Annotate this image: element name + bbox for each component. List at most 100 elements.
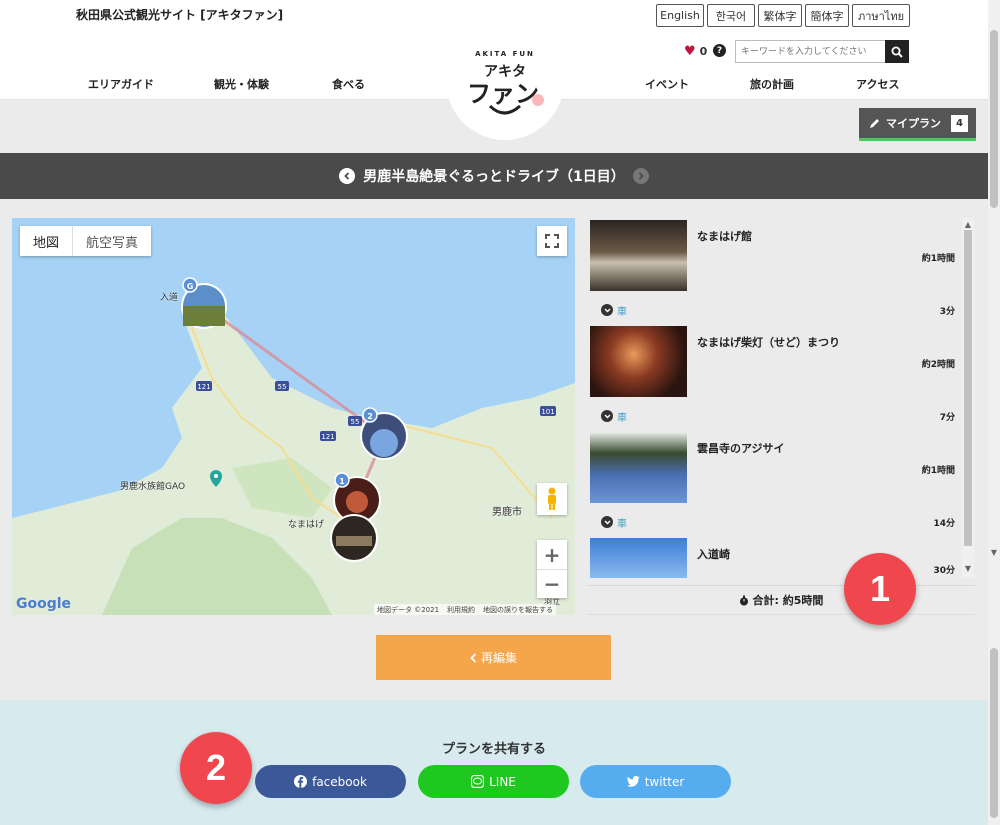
chevron-down-icon	[601, 304, 613, 316]
heart-icon: ♥	[684, 44, 696, 59]
logo-top-text: AKITA FUN	[475, 50, 535, 58]
map-footer: 地図データ ©2021 利用規約 地図の誤りを報告する	[374, 604, 557, 615]
road-shield-121b: 121	[320, 431, 336, 441]
lang-traditional-chinese-button[interactable]: 繁体字	[758, 4, 802, 27]
logo-main-text: ファン	[467, 80, 539, 108]
spot-photo	[590, 538, 687, 578]
nav-access[interactable]: アクセス	[856, 76, 899, 92]
share-line-label: LINE	[489, 774, 516, 789]
nav-food[interactable]: 食べる	[332, 76, 365, 92]
pegman-icon	[548, 487, 556, 510]
fullscreen-icon	[545, 234, 559, 248]
plan-title: 男鹿半島絶景ぐるっとドライブ（1日目）	[363, 169, 625, 185]
move-time: 3分	[939, 307, 955, 317]
zoom-in-button[interactable]: +	[537, 540, 567, 569]
nav-area-guide[interactable]: エリアガイド	[88, 76, 154, 92]
itinerary-scrollbar-thumb[interactable]	[964, 230, 972, 546]
street-view-pegman[interactable]	[537, 483, 567, 515]
nav-trip-planning[interactable]: 旅の計画	[750, 76, 794, 92]
svg-text:121: 121	[321, 433, 334, 441]
share-line-button[interactable]: LINE	[418, 765, 569, 798]
nav-sightseeing[interactable]: 観光・体験	[214, 76, 269, 92]
map-report-link[interactable]: 地図の誤りを報告する	[483, 605, 553, 615]
search-input[interactable]	[735, 40, 885, 63]
share-facebook-label: facebook	[312, 774, 367, 789]
spot-item[interactable]: なまはげ館 約1時間	[587, 218, 961, 293]
chevron-left-icon	[470, 652, 477, 663]
list-scroll-up-arrow[interactable]: ▲	[963, 220, 973, 229]
route-map[interactable]: G 2 1 121 55 121 55 101 入道 男鹿水族館GAO 男鹿市 …	[12, 218, 575, 615]
move-mode: 車	[617, 307, 627, 318]
google-logo: Google	[16, 596, 72, 612]
lang-simplified-chinese-button[interactable]: 簡体字	[805, 4, 849, 27]
lang-english-button[interactable]: English	[656, 4, 704, 27]
move-item[interactable]: 車 7分	[587, 402, 961, 432]
spot-item[interactable]: 雲昌寺のアジサイ 約1時間	[587, 430, 961, 505]
lang-korean-button[interactable]: 한국어	[707, 4, 755, 27]
myplan-label: マイプラン	[886, 117, 941, 130]
chevron-down-icon	[601, 410, 613, 422]
share-twitter-button[interactable]: twitter	[580, 765, 731, 798]
spot-photo	[590, 220, 687, 291]
spot-duration: 約2時間	[921, 360, 955, 370]
next-day-button[interactable]	[632, 168, 649, 184]
chevron-right-icon	[638, 172, 644, 180]
pencil-icon	[870, 118, 879, 128]
nav-events[interactable]: イベント	[645, 76, 689, 92]
scroll-down-arrow[interactable]: ▼	[989, 548, 999, 557]
total-time: 合計: 約5時間	[587, 585, 975, 615]
search-form	[735, 40, 909, 63]
move-item[interactable]: 車 14分	[587, 508, 961, 538]
itinerary-panel: なまはげ館 約1時間 車 3分 なまはげ柴灯（せど）まつり 約2時間 車 7分 …	[587, 218, 975, 615]
marker-start[interactable]	[330, 514, 378, 562]
map-type-toggle: 地図 航空写真	[20, 226, 152, 256]
list-scroll-down-arrow[interactable]: ▼	[963, 564, 973, 573]
spot-duration: 30分	[933, 566, 955, 576]
marker-goal-label: G	[187, 282, 194, 291]
map-type-satellite[interactable]: 航空写真	[72, 226, 151, 256]
marker-goal[interactable]: G	[181, 277, 227, 329]
spot-photo	[590, 326, 687, 397]
map-type-roadmap[interactable]: 地図	[20, 226, 72, 256]
favorites-link[interactable]: ♥ 0	[684, 44, 707, 59]
move-time: 7分	[939, 413, 955, 423]
language-bar: English 한국어 繁体字 簡体字 ภาษาไทย	[656, 4, 910, 27]
move-item[interactable]: 車 3分	[587, 296, 961, 326]
marker-2[interactable]: 2	[360, 407, 408, 460]
myplan-button[interactable]: マイプラン 4	[859, 108, 976, 141]
help-icon[interactable]: ?	[713, 44, 726, 57]
spot-duration: 約1時間	[921, 254, 955, 264]
spot-photo	[590, 432, 687, 503]
move-mode: 車	[617, 519, 627, 530]
fullscreen-button[interactable]	[537, 226, 567, 256]
spot-name: なまはげ柴灯（せど）まつり	[697, 336, 840, 349]
akita-fun-logo[interactable]: AKITA FUN アキタ ファン	[446, 40, 564, 140]
search-icon	[891, 46, 903, 58]
svg-text:101: 101	[541, 408, 554, 416]
site-title[interactable]: 秋田県公式観光サイト [アキタファン]	[76, 6, 283, 23]
spot-name: なまはげ館	[697, 230, 752, 243]
svg-text:55: 55	[351, 418, 360, 426]
callout-badge-2: 2	[180, 732, 252, 804]
facebook-icon	[294, 775, 308, 788]
spot-item[interactable]: なまはげ柴灯（せど）まつり 約2時間	[587, 324, 961, 399]
itinerary-list[interactable]: なまはげ館 約1時間 車 3分 なまはげ柴灯（せど）まつり 約2時間 車 7分 …	[587, 218, 961, 578]
scrollbar-thumb-lower[interactable]	[990, 648, 998, 818]
total-time-label: 合計: 約5時間	[752, 594, 824, 607]
zoom-out-button[interactable]: −	[537, 569, 567, 598]
share-twitter-label: twitter	[644, 774, 685, 789]
map-terms-link[interactable]: 利用規約	[447, 605, 475, 615]
itinerary-scrollbar[interactable]: ▲ ▼	[962, 218, 974, 578]
re-edit-button[interactable]: 再編集	[376, 635, 611, 680]
spot-name: 雲昌寺のアジサイ	[697, 442, 785, 455]
re-edit-label: 再編集	[480, 651, 517, 665]
share-facebook-button[interactable]: facebook	[255, 765, 406, 798]
lang-thai-button[interactable]: ภาษาไทย	[852, 4, 910, 27]
scrollbar-thumb[interactable]	[990, 30, 998, 208]
page-scrollbar[interactable]: ▼	[988, 0, 1000, 825]
line-icon	[471, 775, 485, 788]
prev-day-button[interactable]	[339, 168, 356, 184]
search-button[interactable]	[885, 40, 909, 63]
marker-2-label: 2	[367, 412, 373, 421]
chevron-down-icon	[601, 516, 613, 528]
